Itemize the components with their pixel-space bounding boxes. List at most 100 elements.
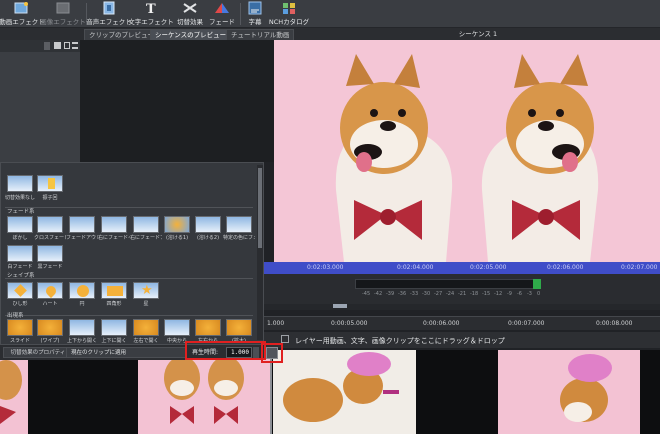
add-bin-icon[interactable] — [54, 42, 61, 49]
transition-thumb[interactable] — [133, 319, 159, 336]
preview-scrub-bar[interactable] — [263, 304, 660, 310]
scroll-up-icon[interactable] — [44, 42, 50, 50]
preview-frame-image — [274, 40, 660, 262]
apply-to-clip-select[interactable]: 現在のクリップに適用 — [66, 347, 186, 358]
transition-label: 上下から開く — [66, 338, 97, 344]
clip-thumbnail — [273, 350, 416, 434]
ruler-label: 0:02:03.000 — [307, 264, 344, 271]
video-clip[interactable] — [273, 350, 416, 434]
transition-label: 右にフェードアウト — [130, 235, 162, 241]
video-track[interactable] — [0, 350, 660, 434]
tab-tutorial-videos[interactable]: チュートリアル動画 — [226, 29, 295, 40]
transition-thumb[interactable] — [164, 216, 190, 233]
meter-scale-label: -15 — [482, 291, 491, 297]
image-effects-button[interactable]: 画像エフェクト — [40, 1, 86, 27]
sequence-title: シーケンス 1 — [458, 30, 498, 38]
audio-level-indicator — [533, 279, 541, 289]
transition-label: 黒フェード — [37, 264, 63, 270]
rectangle-icon — [107, 286, 123, 296]
transition-thumb[interactable] — [226, 319, 252, 336]
timeline-label: 0:00:07.000 — [508, 320, 545, 327]
section-divider — [5, 207, 253, 208]
overlay-drop-hint: レイヤー用動画、文字、画像クリップをここにドラッグ＆ドロップ — [295, 337, 505, 345]
transition-thumb[interactable]: ★ — [133, 282, 159, 299]
video-clip[interactable] — [0, 350, 28, 434]
transition-label: スライド — [9, 338, 30, 344]
timeline-ruler[interactable]: 1.000 0:00:05.000 0:00:06.000 0:00:07.00… — [263, 316, 660, 330]
transition-label: フェードアウト — [66, 235, 98, 241]
transition-thumb[interactable] — [69, 282, 95, 299]
transition-thumb[interactable] — [7, 216, 33, 233]
text-effects-button[interactable]: T 文字エフェクト — [128, 1, 174, 27]
meter-scale-label: -33 — [410, 291, 419, 297]
transition-label: 右にフェードイン — [98, 235, 130, 241]
transition-thumb[interactable] — [37, 245, 63, 262]
transition-thumb-none[interactable] — [7, 175, 33, 192]
timeline-label: 0:00:06.000 — [423, 320, 460, 327]
transition-thumb[interactable] — [195, 319, 221, 336]
transition-label: 上下に開く — [101, 338, 127, 344]
ruler-label: 0:02:04.000 — [397, 264, 434, 271]
timeline-label: 0:00:05.000 — [331, 320, 368, 327]
transitions-scroll-thumb[interactable] — [258, 168, 262, 248]
transition-thumb[interactable] — [101, 319, 127, 336]
ruler-label: 0:02:06.000 — [547, 264, 584, 271]
preview-tab-bar: クリップのプレビュー シーケンスのプレビュー チュートリアル動画 — [0, 28, 660, 40]
nch-catalog-button[interactable]: NCHカタログ — [269, 1, 309, 27]
fade-icon — [215, 3, 229, 13]
scrub-position-handle[interactable] — [333, 304, 347, 308]
transition-label: クロスフェード — [34, 235, 66, 241]
subtitles-button[interactable]: 字幕 — [244, 1, 266, 27]
meter-scale-label: -12 — [494, 291, 503, 297]
transition-label: (ワイプ) — [40, 338, 60, 344]
transition-thumb[interactable] — [195, 216, 221, 233]
tab-sequence-preview[interactable]: シーケンスのプレビュー — [150, 29, 232, 40]
transition-thumb[interactable] — [7, 319, 33, 336]
meter-scale-label: -45 — [362, 291, 371, 297]
transition-label: 四角形 — [106, 301, 122, 307]
clip-preview-area — [80, 40, 274, 162]
video-clip[interactable] — [138, 350, 270, 434]
grid-view-icon[interactable] — [64, 42, 70, 49]
transition-thumb[interactable] — [37, 319, 63, 336]
video-effects-button[interactable]: 動画エフェクト — [0, 1, 45, 27]
list-view-icon[interactable] — [72, 42, 78, 49]
clip-icon-highlight-box — [261, 343, 283, 363]
layer-track-icon — [281, 335, 289, 343]
meter-scale-label: -18 — [470, 291, 479, 297]
audio-effects-icon — [103, 1, 115, 15]
meter-scale-label: -9 — [507, 291, 512, 297]
tab-clip-preview[interactable]: クリップのプレビュー — [84, 29, 159, 40]
meter-scale-label: -39 — [386, 291, 395, 297]
transition-thumb[interactable] — [37, 282, 63, 299]
transition-thumb[interactable] — [133, 216, 159, 233]
transition-properties-button[interactable]: 切替効果のプロパティ — [3, 347, 73, 358]
transitions-button[interactable]: 切替効果 — [173, 1, 207, 27]
transition-label: 振子回 — [42, 195, 58, 201]
transition-thumb[interactable] — [101, 282, 127, 299]
heart-icon — [43, 283, 59, 298]
video-clip[interactable] — [498, 350, 640, 434]
preview-time-ruler[interactable]: 0:02:03.000 0:02:04.000 0:02:05.000 0:02… — [263, 262, 660, 274]
transition-thumb[interactable] — [101, 216, 127, 233]
transition-thumb[interactable] — [37, 216, 63, 233]
transition-thumb[interactable] — [7, 245, 33, 262]
section-title-shape: シェイプ系 — [7, 273, 35, 279]
transition-thumb-pendulum[interactable] — [37, 175, 63, 192]
transition-thumb[interactable] — [7, 282, 33, 299]
transition-label: 白フェード — [7, 264, 33, 270]
meter-scale-label: -27 — [434, 291, 443, 297]
question-icon — [48, 178, 55, 189]
meter-scale-label: -42 — [374, 291, 383, 297]
transition-label: (溶ける2) — [196, 235, 220, 241]
fade-button[interactable]: フェード — [209, 1, 235, 27]
circle-icon — [77, 285, 89, 297]
transition-thumb[interactable] — [69, 216, 95, 233]
audio-effects-button[interactable]: 音声エフェクト — [86, 1, 132, 27]
meter-scale-label: -6 — [517, 291, 522, 297]
transition-label: 切替効果なし — [4, 195, 35, 201]
transition-thumb[interactable] — [164, 319, 190, 336]
transition-label: 特定の色にフェード — [223, 235, 255, 241]
transition-thumb[interactable] — [226, 216, 252, 233]
transition-thumb[interactable] — [69, 319, 95, 336]
